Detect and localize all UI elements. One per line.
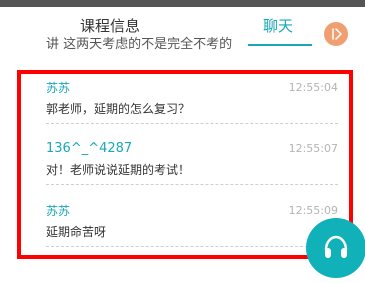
clipped-message-text: 讲 这两天考虑的不是完全不考的 — [46, 37, 233, 52]
top-strip — [0, 0, 365, 7]
headset-icon[interactable] — [306, 218, 365, 278]
highlight-box — [17, 70, 353, 259]
side-arrow-icon[interactable] — [324, 22, 348, 46]
tab-course-info[interactable]: 课程信息 — [80, 17, 140, 35]
tab-chat[interactable]: 聊天 — [263, 17, 293, 35]
